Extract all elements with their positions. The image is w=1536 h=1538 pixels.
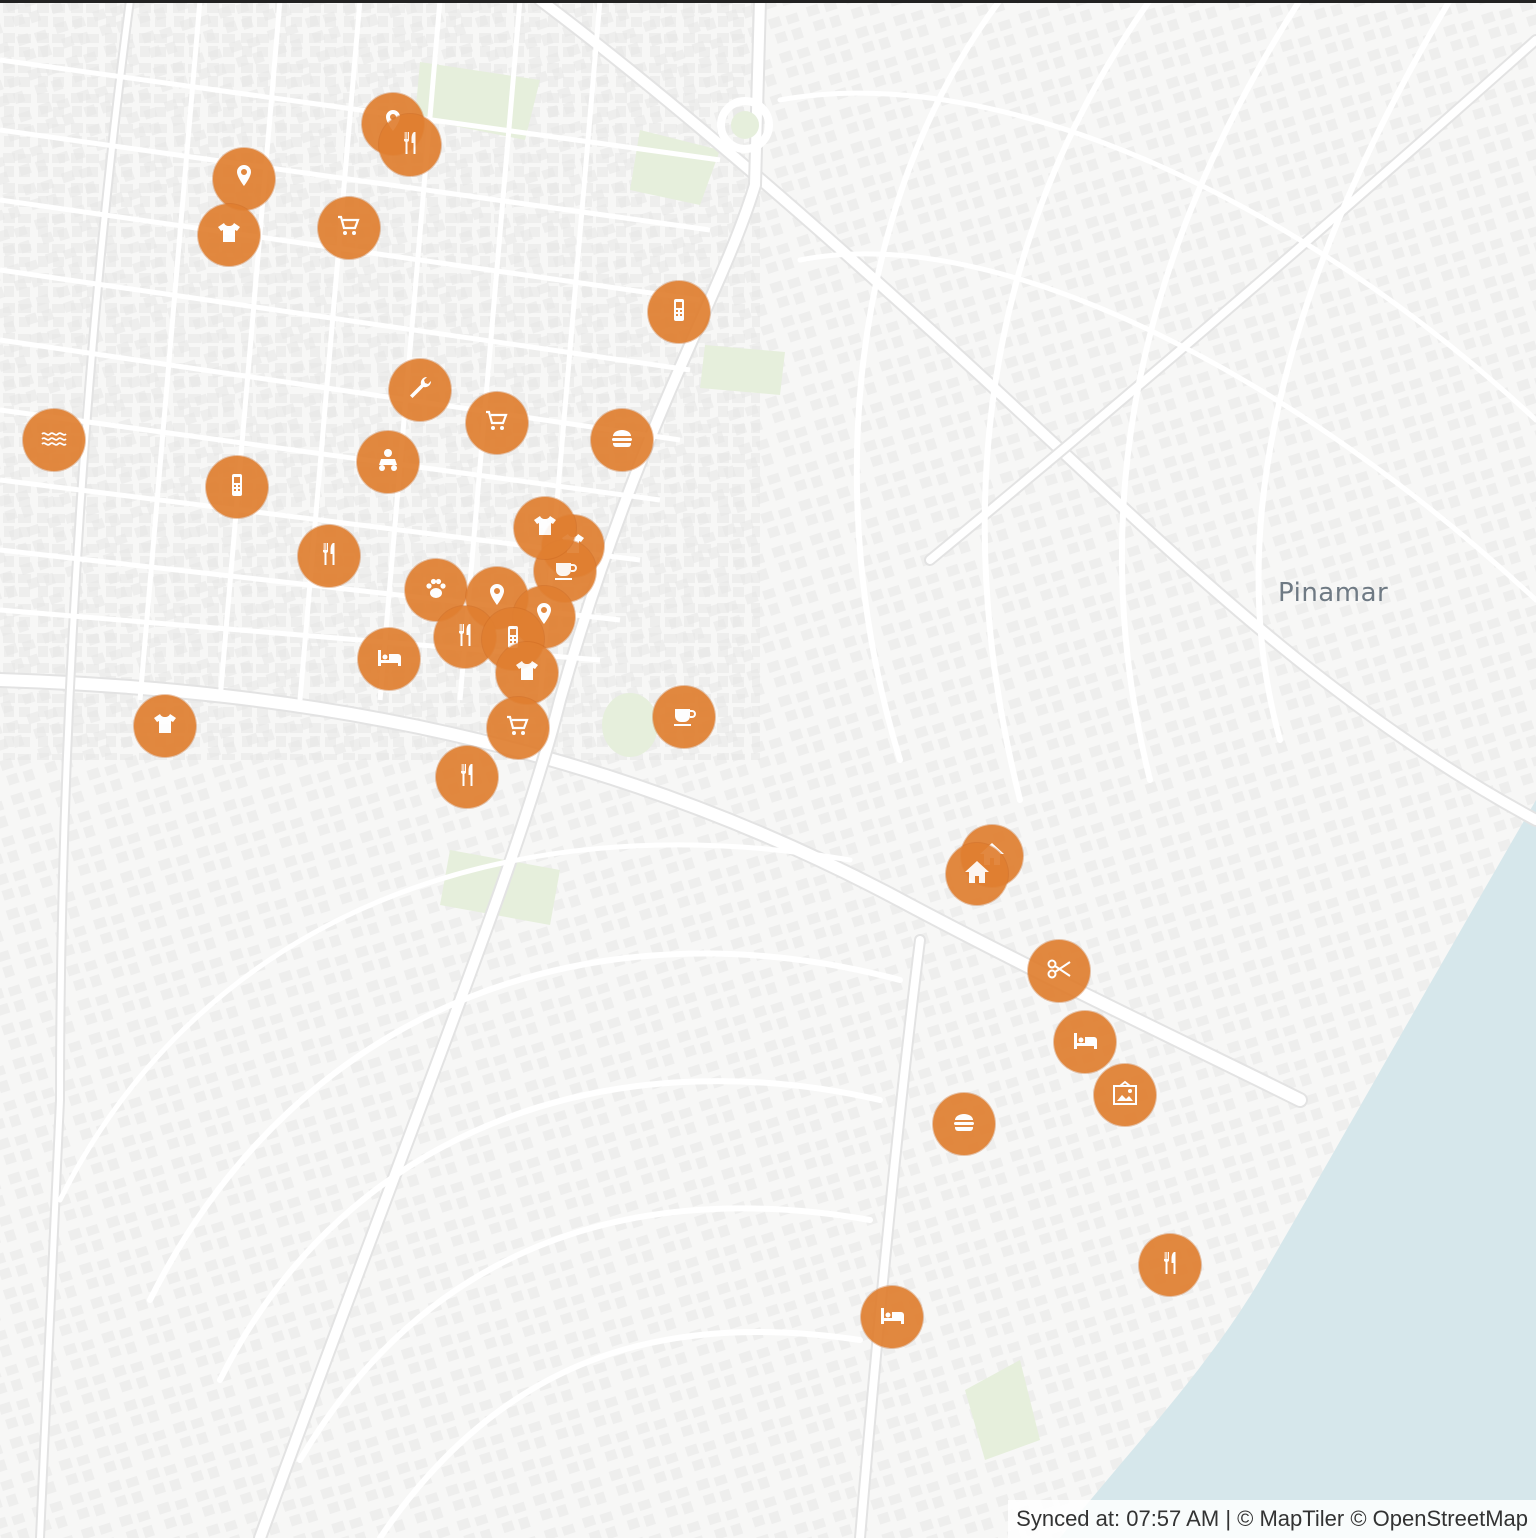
fork-knife-icon (395, 128, 425, 163)
waves-icon (39, 423, 69, 458)
cart-icon (482, 406, 512, 441)
phone-icon (664, 295, 694, 330)
place-label-pinamar: Pinamar (1278, 578, 1389, 608)
shirt-icon (214, 218, 244, 253)
map-marker[interactable] (436, 746, 498, 808)
scissors-icon (1044, 954, 1074, 989)
map-marker[interactable] (206, 456, 268, 518)
map-marker[interactable] (198, 204, 260, 266)
map-marker[interactable] (134, 695, 196, 757)
gallery-icon (1110, 1078, 1140, 1113)
map-marker[interactable] (298, 525, 360, 587)
map-marker[interactable] (496, 642, 558, 704)
wrench-icon (405, 373, 435, 408)
bed-icon (1070, 1025, 1100, 1060)
map-marker[interactable] (514, 497, 576, 559)
map-marker[interactable] (933, 1093, 995, 1155)
coffee-icon (550, 554, 580, 589)
map-marker[interactable] (213, 148, 275, 210)
map-marker[interactable] (357, 431, 419, 493)
map-marker[interactable] (23, 409, 85, 471)
map-marker[interactable] (379, 114, 441, 176)
bed-icon (877, 1300, 907, 1335)
map-marker[interactable] (487, 697, 549, 759)
map-marker[interactable] (591, 409, 653, 471)
openstreetmap-link[interactable]: © OpenStreetMap (1350, 1506, 1528, 1531)
map-marker[interactable] (1094, 1064, 1156, 1126)
map-marker[interactable] (861, 1286, 923, 1348)
map-marker[interactable] (1139, 1234, 1201, 1296)
map-marker[interactable] (389, 359, 451, 421)
cart-icon (334, 211, 364, 246)
home-icon (962, 857, 992, 892)
map-marker[interactable] (1028, 940, 1090, 1002)
map-canvas[interactable]: Pinamar Synced at: 07:57 AM | © MapTiler… (0, 0, 1536, 1538)
park (700, 345, 785, 395)
map-marker[interactable] (318, 197, 380, 259)
map-attribution: Synced at: 07:57 AM | © MapTiler © OpenS… (1008, 1500, 1536, 1538)
coffee-icon (669, 700, 699, 735)
fork-knife-icon (1155, 1248, 1185, 1283)
attribution-separator: | (1225, 1506, 1232, 1531)
map-marker[interactable] (358, 628, 420, 690)
kart-icon (373, 445, 403, 480)
paw-icon (421, 573, 451, 608)
cart-icon (503, 711, 533, 746)
phone-icon (222, 470, 252, 505)
map-marker[interactable] (1054, 1011, 1116, 1073)
map-marker[interactable] (466, 392, 528, 454)
maptiler-link[interactable]: © MapTiler (1237, 1506, 1344, 1531)
shirt-icon (530, 511, 560, 546)
shirt-icon (150, 709, 180, 744)
pin-icon (229, 162, 259, 197)
fork-knife-icon (314, 539, 344, 574)
map-marker[interactable] (648, 281, 710, 343)
synced-time-label: Synced at: 07:57 AM (1016, 1506, 1220, 1531)
shirt-icon (512, 656, 542, 691)
window-top-border (0, 0, 1536, 3)
fork-knife-icon (452, 760, 482, 795)
burger-icon (607, 423, 637, 458)
fork-knife-icon (450, 620, 480, 655)
map-marker[interactable] (946, 843, 1008, 905)
map-marker[interactable] (653, 686, 715, 748)
burger-icon (949, 1107, 979, 1142)
bed-icon (374, 642, 404, 677)
